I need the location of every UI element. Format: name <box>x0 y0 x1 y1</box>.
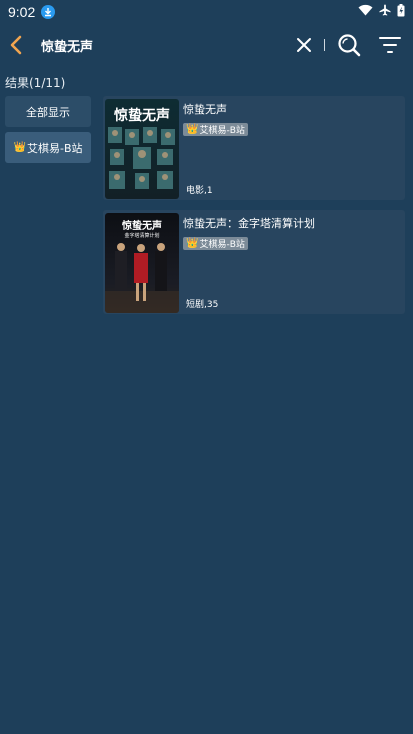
wifi-icon <box>358 4 373 20</box>
search-toolbar: 惊蛰无声 <box>0 28 413 62</box>
source-badge-label: 艾棋易-B站 <box>199 126 245 136</box>
poster-subtitle-text: 金字塔清算计划 <box>124 233 160 239</box>
search-query[interactable]: 惊蛰无声 <box>41 36 93 55</box>
status-bar: 9:02 <box>0 0 413 24</box>
back-button[interactable] <box>8 34 24 56</box>
source-badge: 👑 艾棋易-B站 <box>183 123 248 136</box>
source-badge: 👑 艾棋易-B站 <box>183 237 248 250</box>
airplane-mode-icon <box>379 4 391 20</box>
crown-icon: 👑 <box>186 124 199 135</box>
card-title: 惊蛰无声 <box>183 103 227 116</box>
result-card[interactable]: 惊蛰无声 金字塔清算计划 惊蛰无声：金字塔清算计划 👑 艾棋易-B站 短剧,35 <box>103 210 405 314</box>
filter-all-label: 全部显示 <box>26 105 70 119</box>
card-title: 惊蛰无声：金字塔清算计划 <box>183 217 315 230</box>
filter-all[interactable]: 全部显示 <box>5 96 91 127</box>
poster-image: 惊蛰无声 金字塔清算计划 <box>105 213 179 313</box>
source-badge-label: 艾棋易-B站 <box>199 240 245 250</box>
card-meta: 电影,1 <box>186 186 213 196</box>
search-button[interactable] <box>337 33 361 57</box>
result-count: 结果(1/11) <box>5 76 66 90</box>
filter-source-label: 艾棋易-B站 <box>26 141 83 155</box>
filter-icon[interactable] <box>378 35 402 55</box>
battery-icon <box>397 3 405 21</box>
crown-icon: 👑 <box>13 142 26 153</box>
poster-title-text: 惊蛰无声 <box>122 221 162 232</box>
crown-icon: 👑 <box>186 238 199 249</box>
result-card[interactable]: 惊蛰无声 惊蛰无声 👑 艾棋易-B站 电影,1 <box>103 96 405 200</box>
poster-title-text: 惊蛰无声 <box>114 108 170 124</box>
clear-search-button[interactable] <box>296 37 312 53</box>
download-icon <box>41 5 56 19</box>
card-meta: 短剧,35 <box>186 300 219 310</box>
toolbar-divider <box>324 39 325 51</box>
poster-image: 惊蛰无声 <box>105 99 179 199</box>
status-time: 9:02 <box>8 4 36 20</box>
filter-source-bilibili[interactable]: 👑 艾棋易-B站 <box>5 132 91 163</box>
